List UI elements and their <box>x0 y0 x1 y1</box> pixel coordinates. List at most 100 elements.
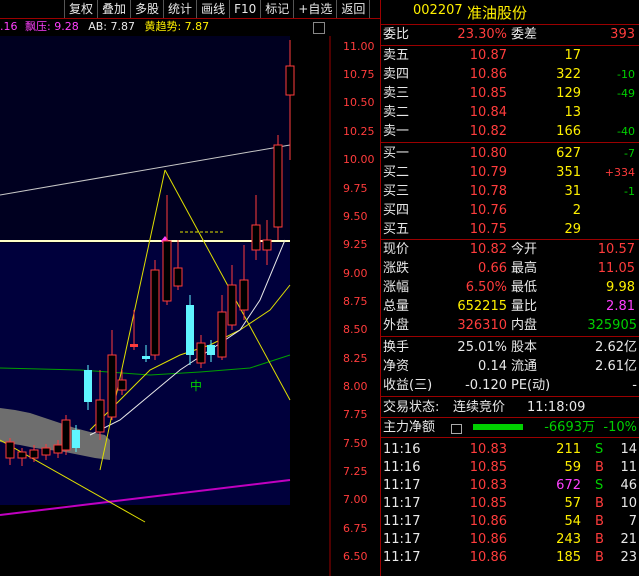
stat-label: 涨幅 <box>383 280 410 295</box>
fund-row: 换手 25.01% 股本 2.62亿 <box>381 338 639 357</box>
bid-row[interactable]: 买五 10.75 29 <box>381 220 639 239</box>
trade-status-time: 11:18:09 <box>527 400 586 415</box>
tick-count: 14 <box>620 442 637 457</box>
ask-volume: 166 <box>556 124 581 139</box>
kline-chart[interactable]: 中 <box>0 36 380 576</box>
tick-volume: 57 <box>564 496 581 511</box>
bid-price: 10.76 <box>469 203 507 218</box>
toolbar-button-draw[interactable]: 画线 <box>197 0 231 18</box>
candle <box>162 240 172 302</box>
bid-volume: 29 <box>564 222 581 237</box>
stat-label: 总量 <box>383 299 410 314</box>
tick-side: B <box>595 514 604 529</box>
tick-volume: 672 <box>556 478 581 493</box>
net-flow-detail-icon[interactable] <box>451 424 462 434</box>
tick-row: 11:17 10.86 54 B 7 <box>381 512 639 531</box>
ask-label: 卖五 <box>383 48 410 63</box>
candle <box>5 441 15 459</box>
toolbar-button-overlay[interactable]: 叠加 <box>98 0 132 18</box>
trade-status-row: 交易状态: 连续竞价 11:18:09 <box>381 398 639 417</box>
stock-code: 002207 <box>413 3 463 18</box>
candle <box>61 419 71 451</box>
stat-value: 0.66 <box>478 261 507 276</box>
ask-row[interactable]: 卖四 10.86 322 -10 <box>381 65 639 84</box>
fund-value: 25.01% <box>457 340 507 355</box>
tick-time: 11:17 <box>383 532 421 547</box>
candle <box>173 267 183 287</box>
tick-side: B <box>595 496 604 511</box>
tick-price: 10.83 <box>469 442 507 457</box>
legend-cut-value: .16 <box>0 20 18 33</box>
price-tick: 10.75 <box>343 68 375 81</box>
stat-value: 10.57 <box>597 242 635 257</box>
separator <box>381 142 639 143</box>
fund-label: 净资 <box>383 359 410 374</box>
candle <box>273 144 283 228</box>
bid-volume: 351 <box>556 165 581 180</box>
stat-label: 最高 <box>511 261 538 276</box>
bid-row[interactable]: 买一 10.80 627 -7 <box>381 144 639 163</box>
bid-volume: 31 <box>564 184 581 199</box>
stat-row: 涨幅 6.50% 最低 9.98 <box>381 278 639 297</box>
stat-value: 325905 <box>587 318 637 333</box>
tick-side: B <box>595 532 604 547</box>
candle <box>217 311 227 358</box>
tick-time: 11:17 <box>383 514 421 529</box>
bid-label: 买五 <box>383 222 410 237</box>
bid-label: 买三 <box>383 184 410 199</box>
toolbar-button-add-watchlist[interactable]: +自选 <box>294 0 338 18</box>
tick-volume: 243 <box>556 532 581 547</box>
ask-row[interactable]: 卖五 10.87 17 <box>381 46 639 65</box>
tick-time: 11:17 <box>383 478 421 493</box>
toolbar-spacer <box>0 0 65 18</box>
legend-trend: 黄趋势: 7.87 <box>144 20 210 33</box>
tick-side: B <box>595 550 604 565</box>
stat-row: 外盘 326310 内盘 325905 <box>381 316 639 335</box>
net-flow-row[interactable]: 主力净额 -6693万 -10% <box>381 418 639 437</box>
tick-count: 21 <box>620 532 637 547</box>
toolbar-button-multistock[interactable]: 多股 <box>131 0 165 18</box>
bid-row[interactable]: 买四 10.76 2 <box>381 201 639 220</box>
signal-marker-zhong: 中 <box>190 378 202 393</box>
chart-panel-upper <box>0 36 290 243</box>
toolbar-button-stats[interactable]: 统计 <box>164 0 198 18</box>
fund-row: 净资 0.14 流通 2.61亿 <box>381 357 639 376</box>
tick-price: 10.86 <box>469 550 507 565</box>
candle <box>142 356 150 359</box>
stat-value: 9.98 <box>606 280 635 295</box>
tick-price: 10.85 <box>469 496 507 511</box>
tick-row: 11:17 10.83 672 S 46 <box>381 476 639 495</box>
toolbar-button-fuquan[interactable]: 复权 <box>65 0 99 18</box>
candle <box>285 65 295 96</box>
stat-row: 总量 652215 量比 2.81 <box>381 297 639 316</box>
legend-ab: AB: 7.87 <box>88 20 135 33</box>
tick-time: 11:17 <box>383 550 421 565</box>
toolbar-button-f10[interactable]: F10 <box>230 0 262 18</box>
price-tick: 9.50 <box>343 210 368 223</box>
tick-row: 11:16 10.85 59 B 11 <box>381 458 639 477</box>
toolbar-button-back[interactable]: 返回 <box>337 0 371 18</box>
tick-price: 10.83 <box>469 478 507 493</box>
stat-label: 量比 <box>511 299 538 314</box>
bid-change: -7 <box>624 147 635 160</box>
legend-settings-icon[interactable] <box>313 22 325 34</box>
bid-row[interactable]: 买二 10.79 351 +334 <box>381 163 639 182</box>
ask-label: 卖四 <box>383 67 410 82</box>
candle <box>117 379 127 391</box>
stat-value: 6.50% <box>465 280 507 295</box>
stat-label: 涨跌 <box>383 261 410 276</box>
fund-value: 2.62亿 <box>595 340 637 355</box>
price-tick: 10.25 <box>343 125 375 138</box>
ask-volume: 17 <box>564 48 581 63</box>
tick-row: 11:17 10.86 185 B 23 <box>381 548 639 567</box>
ask-price: 10.86 <box>469 67 507 82</box>
ask-price: 10.82 <box>469 124 507 139</box>
ask-row[interactable]: 卖三 10.85 129 -49 <box>381 84 639 103</box>
bid-row[interactable]: 买三 10.78 31 -1 <box>381 182 639 201</box>
toolbar-button-mark[interactable]: 标记 <box>261 0 295 18</box>
ask-row[interactable]: 卖一 10.82 166 -40 <box>381 122 639 141</box>
ask-row[interactable]: 卖二 10.84 13 <box>381 103 639 122</box>
fund-label: 股本 <box>511 340 538 355</box>
stat-label: 外盘 <box>383 318 410 333</box>
candle <box>239 279 249 311</box>
